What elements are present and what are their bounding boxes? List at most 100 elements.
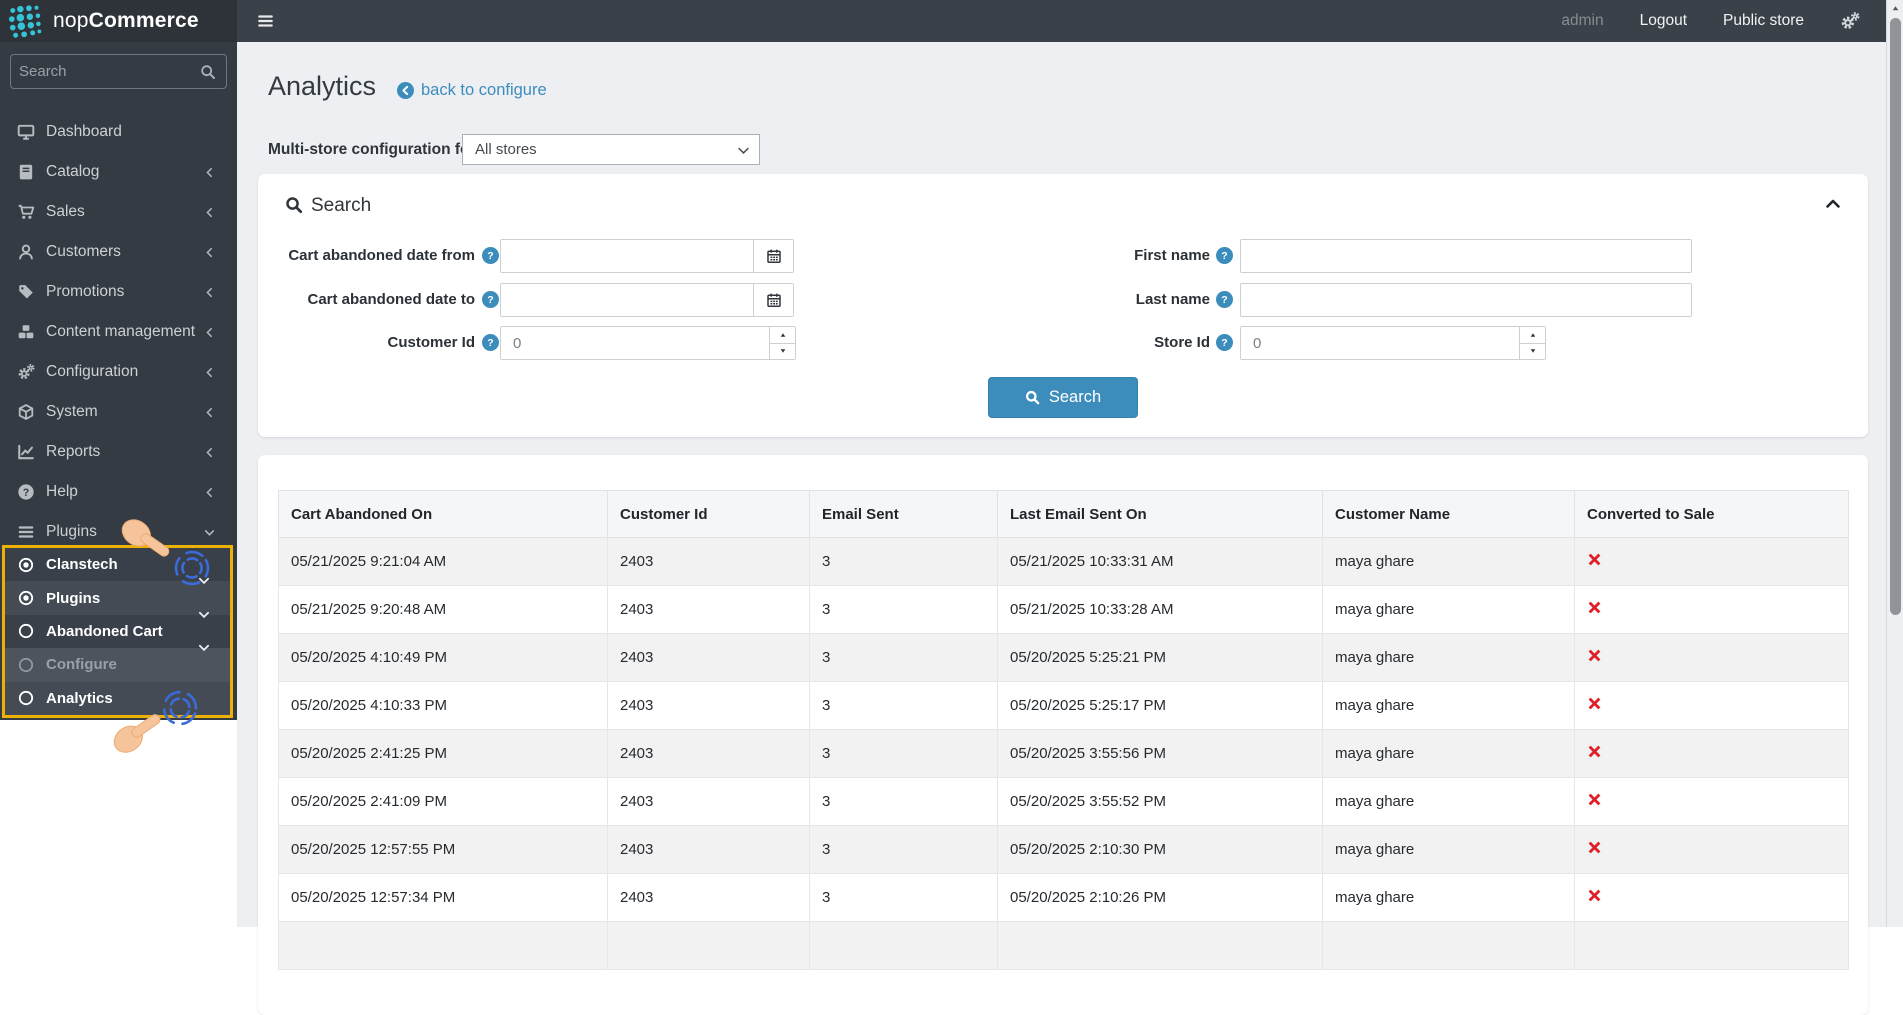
scroll-up-arrow[interactable]	[1887, 0, 1903, 16]
table-row: 05/20/2025 2:41:25 PM2403305/20/2025 3:5…	[279, 730, 1849, 778]
chevron-down-icon	[198, 609, 210, 621]
search-button[interactable]: Search	[988, 377, 1138, 418]
sidebar-subitem-configure[interactable]: Configure	[5, 648, 230, 681]
sidebar-subitem-abandoned-cart[interactable]: Abandoned Cart	[5, 615, 230, 648]
svg-text:?: ?	[1221, 337, 1227, 349]
column-header-customer-id[interactable]: Customer Id	[608, 491, 810, 538]
sidebar-subitem-analytics[interactable]: Analytics	[5, 682, 230, 715]
chevron-down-icon	[198, 642, 210, 654]
cell-cart-abandoned-on: 05/20/2025 12:57:55 PM	[279, 826, 608, 874]
sidebar-item-help[interactable]: ?Help	[0, 472, 237, 512]
scrollbar-thumb[interactable]	[1890, 18, 1901, 615]
chevron-left-icon	[204, 367, 215, 378]
sidebar-item-system[interactable]: System	[0, 392, 237, 432]
calendar-button[interactable]	[753, 284, 793, 316]
column-header-email-sent[interactable]: Email Sent	[810, 491, 998, 538]
help-tooltip-icon[interactable]: ?	[1216, 334, 1233, 351]
calendar-button[interactable]	[753, 240, 793, 272]
multistore-label: Multi-store configuration for	[268, 141, 476, 159]
help-tooltip-icon[interactable]: ?	[1216, 291, 1233, 308]
cell-email-sent: 3	[810, 730, 998, 778]
cell-cart-abandoned-on: 05/20/2025 4:10:33 PM	[279, 682, 608, 730]
sidebar-item-sales[interactable]: Sales	[0, 192, 237, 232]
column-header-cart-abandoned-on[interactable]: Cart Abandoned On	[279, 491, 608, 538]
store-selector[interactable]: All stores	[462, 134, 760, 165]
search-icon[interactable]	[200, 64, 216, 80]
help-tooltip-icon[interactable]: ?	[482, 291, 499, 308]
cell-converted-to-sale	[1575, 682, 1849, 730]
column-header-converted-to-sale[interactable]: Converted to Sale	[1575, 491, 1849, 538]
cell-last-email-sent-on: 05/20/2025 3:55:56 PM	[998, 730, 1323, 778]
chevron-down-icon	[204, 527, 215, 538]
table-row: 05/20/2025 12:57:55 PM2403305/20/2025 2:…	[279, 826, 1849, 874]
cell-empty	[1323, 922, 1575, 970]
vertical-scrollbar[interactable]	[1886, 0, 1903, 927]
customer-id-field	[500, 326, 796, 360]
first-name-input[interactable]	[1240, 239, 1692, 273]
results-panel: Cart Abandoned OnCustomer IdEmail SentLa…	[258, 455, 1868, 1015]
first-name-label: First name	[1000, 239, 1210, 273]
chevron-left-icon	[204, 167, 215, 178]
cell-customer-name: maya ghare	[1323, 682, 1575, 730]
store-id-input[interactable]	[1241, 327, 1519, 359]
not-converted-icon	[1587, 840, 1602, 855]
spinner-up-button[interactable]	[1520, 327, 1545, 344]
cell-empty	[810, 922, 998, 970]
column-header-last-email-sent-on[interactable]: Last Email Sent On	[998, 491, 1323, 538]
cell-customer-name: maya ghare	[1323, 874, 1575, 922]
svg-text:?: ?	[1221, 294, 1227, 306]
cell-converted-to-sale	[1575, 730, 1849, 778]
table-row: 05/20/2025 4:10:49 PM2403305/20/2025 5:2…	[279, 634, 1849, 682]
tag-icon	[17, 283, 35, 301]
chevron-left-icon	[204, 447, 215, 458]
help-tooltip-icon[interactable]: ?	[1216, 247, 1233, 264]
sidebar-item-customers[interactable]: Customers	[0, 232, 237, 272]
svg-text:?: ?	[487, 250, 493, 262]
help-tooltip-icon[interactable]: ?	[482, 334, 499, 351]
cell-customer-id: 2403	[608, 730, 810, 778]
top-navbar: nopCommerce admin Logout Public store	[0, 0, 1903, 42]
collapse-panel-chevron-icon[interactable]	[1825, 196, 1841, 212]
cart-abandoned-date-to-label: Cart abandoned date to	[258, 283, 475, 317]
last-name-input[interactable]	[1240, 283, 1692, 317]
cart-abandoned-date-from-input[interactable]	[501, 240, 753, 272]
search-panel-title: Search	[311, 195, 371, 217]
sidebar-item-configuration[interactable]: Configuration	[0, 352, 237, 392]
sidebar-item-content-management[interactable]: Content management	[0, 312, 237, 352]
chevron-left-icon	[204, 287, 215, 298]
number-spinner	[769, 327, 795, 359]
calendar-icon	[766, 248, 782, 264]
sidebar-subitem-clanstech[interactable]: Clanstech	[5, 548, 230, 581]
help-tooltip-icon[interactable]: ?	[482, 247, 499, 264]
sidebar: DashboardCatalogSalesCustomersPromotions…	[0, 42, 237, 720]
sidebar-item-promotions[interactable]: Promotions	[0, 272, 237, 312]
chevron-left-icon	[204, 407, 215, 418]
customer-id-input[interactable]	[501, 327, 769, 359]
spinner-up-button[interactable]	[770, 327, 795, 344]
circle-icon	[18, 623, 34, 639]
logout-link[interactable]: Logout	[1640, 12, 1687, 30]
cell-customer-id: 2403	[608, 826, 810, 874]
sidebar-item-dashboard[interactable]: Dashboard	[0, 112, 237, 152]
settings-gears-icon[interactable]	[1840, 11, 1860, 31]
column-header-customer-name[interactable]: Customer Name	[1323, 491, 1575, 538]
cell-last-email-sent-on: 05/21/2025 10:33:28 AM	[998, 586, 1323, 634]
table-row: 05/21/2025 9:20:48 AM2403305/21/2025 10:…	[279, 586, 1849, 634]
nopcommerce-logo[interactable]: nopCommerce	[0, 0, 237, 42]
cart-abandoned-date-to-input[interactable]	[501, 284, 753, 316]
sidebar-search-input[interactable]	[11, 63, 200, 80]
back-to-configure-link[interactable]: back to configure	[397, 81, 547, 100]
spinner-down-button[interactable]	[1520, 344, 1545, 360]
table-row: 05/20/2025 2:41:09 PM2403305/20/2025 3:5…	[279, 778, 1849, 826]
cell-customer-id: 2403	[608, 874, 810, 922]
sidebar-item-catalog[interactable]: Catalog	[0, 152, 237, 192]
cell-customer-id: 2403	[608, 682, 810, 730]
spinner-down-button[interactable]	[770, 344, 795, 360]
sidebar-subitem-plugins[interactable]: Plugins	[5, 581, 230, 614]
public-store-link[interactable]: Public store	[1723, 12, 1804, 30]
logged-in-user-label: admin	[1561, 12, 1603, 30]
sidebar-toggle-button[interactable]	[256, 12, 275, 30]
cell-cart-abandoned-on: 05/21/2025 9:20:48 AM	[279, 586, 608, 634]
sidebar-item-reports[interactable]: Reports	[0, 432, 237, 472]
search-icon	[285, 196, 303, 214]
